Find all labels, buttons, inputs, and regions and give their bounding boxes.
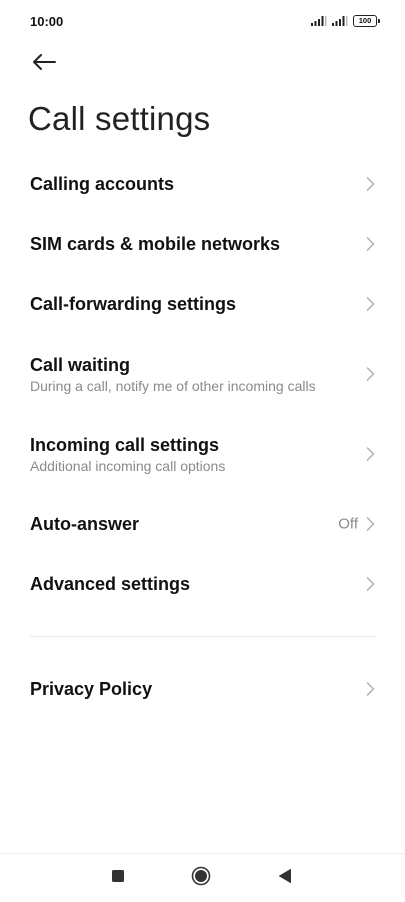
nav-recents-button[interactable] [108, 868, 128, 888]
setting-incoming-call[interactable]: Incoming call settings Additional incomi… [0, 414, 405, 494]
setting-auto-answer[interactable]: Auto-answer Off [0, 494, 405, 554]
setting-label: Calling accounts [30, 174, 175, 194]
signal-icon-secondary [332, 16, 348, 26]
signal-icon [311, 16, 327, 26]
chevron-right-icon [366, 177, 375, 192]
status-icons: 100 [311, 15, 380, 27]
setting-label: SIM cards & mobile networks [30, 234, 281, 254]
back-button[interactable] [28, 50, 60, 78]
setting-sim-cards[interactable]: SIM cards & mobile networks [0, 214, 405, 274]
setting-subtitle: During a call, notify me of other incomi… [30, 377, 316, 394]
chevron-right-icon [366, 237, 375, 252]
chevron-right-icon [366, 517, 375, 532]
status-bar: 10:00 100 [0, 0, 405, 44]
nav-home-button[interactable] [191, 866, 211, 891]
navigation-bar [0, 853, 405, 902]
setting-label: Auto-answer [30, 514, 140, 534]
nav-back-button[interactable] [275, 868, 295, 888]
chevron-right-icon [366, 367, 375, 382]
chevron-right-icon [366, 682, 375, 697]
settings-list: Calling accounts SIM cards & mobile netw… [0, 154, 405, 719]
chevron-right-icon [366, 447, 375, 462]
back-arrow-icon [31, 53, 57, 76]
triangle-icon [278, 868, 292, 889]
setting-calling-accounts[interactable]: Calling accounts [0, 154, 405, 214]
status-time: 10:00 [30, 14, 64, 29]
setting-value: Off [338, 515, 358, 533]
setting-label: Advanced settings [30, 574, 191, 594]
square-icon [111, 869, 125, 888]
chevron-right-icon [366, 577, 375, 592]
setting-privacy-policy[interactable]: Privacy Policy [0, 659, 405, 719]
setting-label: Privacy Policy [30, 679, 153, 699]
chevron-right-icon [366, 297, 375, 312]
battery-icon: 100 [353, 15, 380, 27]
setting-subtitle: Additional incoming call options [30, 457, 226, 474]
page-title: Call settings [28, 100, 211, 137]
setting-label: Incoming call settings [30, 434, 220, 455]
setting-call-forwarding[interactable]: Call-forwarding settings [0, 274, 405, 334]
setting-label: Call-forwarding settings [30, 294, 237, 314]
circle-icon [191, 866, 211, 891]
setting-advanced[interactable]: Advanced settings [0, 554, 405, 614]
setting-label: Call waiting [30, 354, 131, 375]
section-divider [30, 636, 375, 637]
setting-call-waiting[interactable]: Call waiting During a call, notify me of… [0, 334, 405, 414]
